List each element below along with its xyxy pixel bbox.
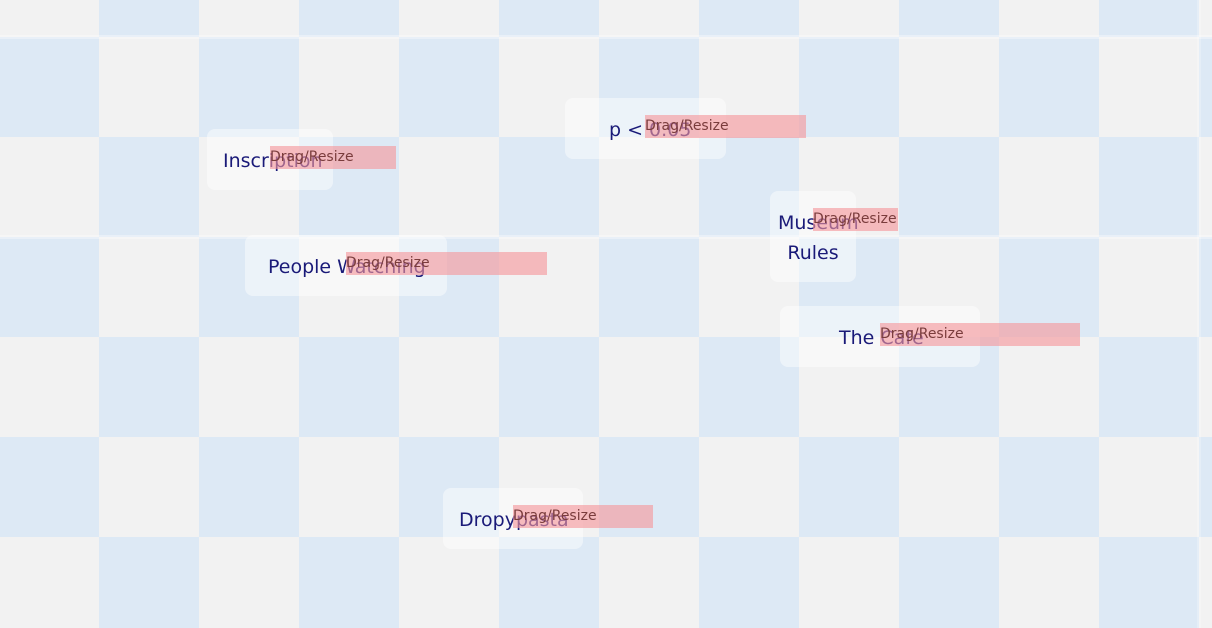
grid-seam bbox=[0, 235, 1212, 239]
drag-resize-handle[interactable]: Drag/Resize bbox=[346, 252, 547, 275]
grid-seam bbox=[1197, 0, 1201, 628]
draggable-card-museum-rules[interactable]: Museum Rules bbox=[770, 191, 859, 282]
drag-resize-handle[interactable]: Drag/Resize bbox=[270, 146, 396, 169]
drag-resize-handle[interactable]: Drag/Resize bbox=[645, 115, 806, 138]
checkerboard-canvas: Inscription Drag/Resize p < 0.05 Drag/Re… bbox=[0, 0, 1212, 628]
drag-resize-handle[interactable]: Drag/Resize bbox=[813, 208, 898, 231]
drag-resize-handle[interactable]: Drag/Resize bbox=[880, 323, 1080, 346]
grid-seam bbox=[0, 35, 1212, 39]
drag-resize-handle[interactable]: Drag/Resize bbox=[513, 505, 653, 528]
